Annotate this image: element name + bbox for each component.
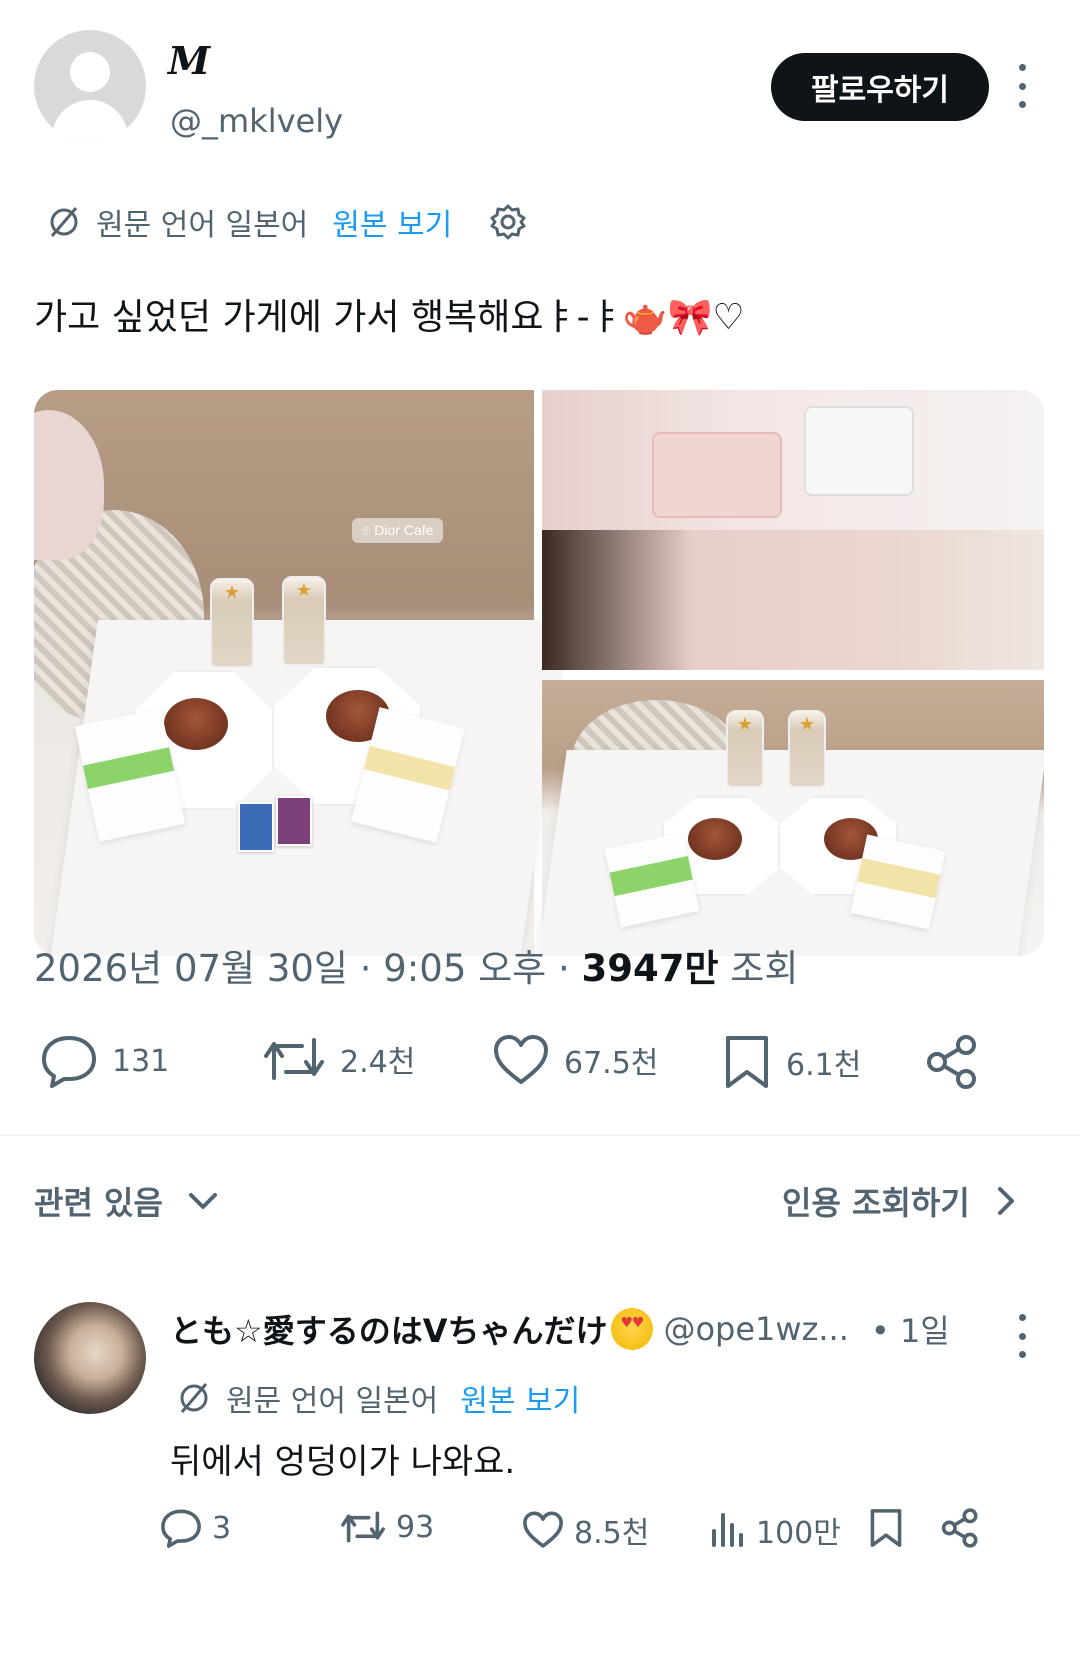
show-original-link[interactable]: 원본 보기: [332, 200, 452, 244]
related-dropdown[interactable]: 관련 있음: [34, 1178, 219, 1224]
view-quotes-link[interactable]: 인용 조회하기: [782, 1178, 1016, 1224]
collage-hands: [542, 530, 1044, 670]
collage-table: [537, 680, 1044, 956]
follow-button[interactable]: 팔로우하기: [771, 53, 989, 121]
photo-collage[interactable]: [537, 390, 1044, 956]
bookmark-count: 6.1천: [786, 1048, 862, 1083]
reply-avatar[interactable]: [34, 1302, 146, 1414]
napkin-yellow: [850, 834, 946, 930]
reply-like-count: 8.5천: [574, 1516, 650, 1551]
location-icon: ⌾: [362, 522, 375, 538]
reply-views-count: 100만: [756, 1516, 841, 1551]
author-avatar[interactable]: [34, 30, 146, 142]
share-icon: [941, 1508, 978, 1548]
reply-icon: [42, 1036, 96, 1088]
reply-reply-count: 3: [212, 1510, 232, 1546]
related-label: 관련 있음: [34, 1184, 163, 1222]
reply-bookmark-button[interactable]: [868, 1508, 914, 1548]
chair: [34, 410, 104, 560]
translation-row: 원문 언어 일본어 원본 보기: [46, 200, 542, 244]
pink-bag: [652, 432, 782, 518]
reply-handle[interactable]: @ope1wz...: [663, 1310, 848, 1348]
latte-glass: [282, 576, 326, 666]
like-count: 67.5천: [564, 1046, 659, 1081]
reply-icon: [161, 1509, 201, 1548]
views-icon: [712, 1513, 743, 1547]
reply-header: とも☆愛するのはVちゃんだけ @ope1wz... • 1일: [170, 1306, 950, 1352]
bookmark-button[interactable]: 6.1천: [722, 1034, 861, 1090]
more-vertical-icon[interactable]: [1012, 1314, 1032, 1358]
reply-count: 131: [112, 1043, 170, 1079]
collage-bags: [542, 390, 1044, 530]
author-display-name[interactable]: M: [168, 38, 210, 83]
tart: [688, 818, 742, 860]
post-time: 9:05 오후: [383, 947, 547, 990]
heart-eyes-emoji-icon: [611, 1308, 654, 1350]
post-date: 2026년 07월 30일: [34, 947, 348, 990]
like-button[interactable]: 67.5천: [492, 1034, 658, 1086]
photo-cafe-table[interactable]: ⌾ Dior Cafe: [34, 390, 568, 956]
more-vertical-icon[interactable]: [1012, 64, 1032, 108]
views-count[interactable]: 3947만: [582, 947, 719, 990]
repost-icon: [341, 1511, 385, 1543]
reply-button[interactable]: 131: [40, 1034, 169, 1088]
reply-display-name[interactable]: とも☆愛するのはVちゃんだけ: [170, 1306, 607, 1352]
share-icon: [927, 1035, 976, 1089]
reply-repost-count: 93: [396, 1509, 435, 1545]
views-label: 조회: [730, 947, 799, 990]
post-meta: 2026년 07월 30일 · 9:05 오후 · 3947만 조회: [34, 947, 799, 990]
reply-share-button[interactable]: [940, 1508, 990, 1548]
repost-button[interactable]: 2.4천: [262, 1034, 415, 1084]
gear-icon[interactable]: [488, 202, 528, 242]
reply-reply-button[interactable]: 3: [160, 1508, 231, 1548]
show-original-link[interactable]: 원본 보기: [460, 1376, 580, 1420]
reply-repost-button[interactable]: 93: [340, 1508, 434, 1546]
translation-label: 원문 언어 일본어: [226, 1384, 439, 1419]
reply-like-button[interactable]: 8.5천: [522, 1508, 649, 1552]
photo-card: [238, 802, 274, 852]
bookmark-icon: [726, 1036, 768, 1088]
translate-icon: [50, 207, 78, 237]
reply-translation-row: 원문 언어 일본어 원본 보기: [176, 1376, 580, 1420]
share-button[interactable]: [924, 1034, 994, 1090]
photo-card: [276, 796, 312, 846]
reply-time[interactable]: • 1일: [871, 1306, 950, 1352]
tart: [164, 698, 228, 750]
bookmark-icon: [870, 1509, 902, 1547]
latte-glass: [788, 710, 826, 788]
quotes-label: 인용 조회하기: [782, 1184, 970, 1222]
repost-count: 2.4천: [340, 1045, 416, 1080]
translate-icon: [180, 1383, 208, 1413]
white-bag: [804, 406, 914, 496]
avatar-placeholder-head: [70, 52, 110, 92]
napkin-green: [604, 832, 700, 928]
location-tag: ⌾ Dior Cafe: [352, 518, 444, 543]
reply-views-button[interactable]: 100만: [708, 1508, 841, 1552]
post-text: 가고 싶었던 가게에 가서 행복해요ㅑ-ㅑ🫖🎀♡: [34, 297, 745, 338]
author-handle[interactable]: @_mklvely: [170, 102, 343, 140]
chevron-down-icon: [188, 1193, 217, 1209]
location-tag-label: Dior Cafe: [374, 522, 434, 538]
repost-icon: [264, 1038, 324, 1080]
avatar-placeholder-body: [52, 100, 128, 142]
like-icon: [494, 1035, 548, 1084]
reply-text: 뒤에서 엉덩이가 나와요.: [170, 1442, 516, 1482]
latte-glass: [210, 578, 254, 668]
latte-glass: [726, 710, 764, 788]
chevron-right-icon: [997, 1187, 1014, 1215]
divider: [0, 1134, 1080, 1136]
like-icon: [523, 1511, 563, 1548]
media-grid[interactable]: ⌾ Dior Cafe: [34, 390, 1044, 956]
translation-label: 원문 언어 일본어: [96, 208, 309, 243]
